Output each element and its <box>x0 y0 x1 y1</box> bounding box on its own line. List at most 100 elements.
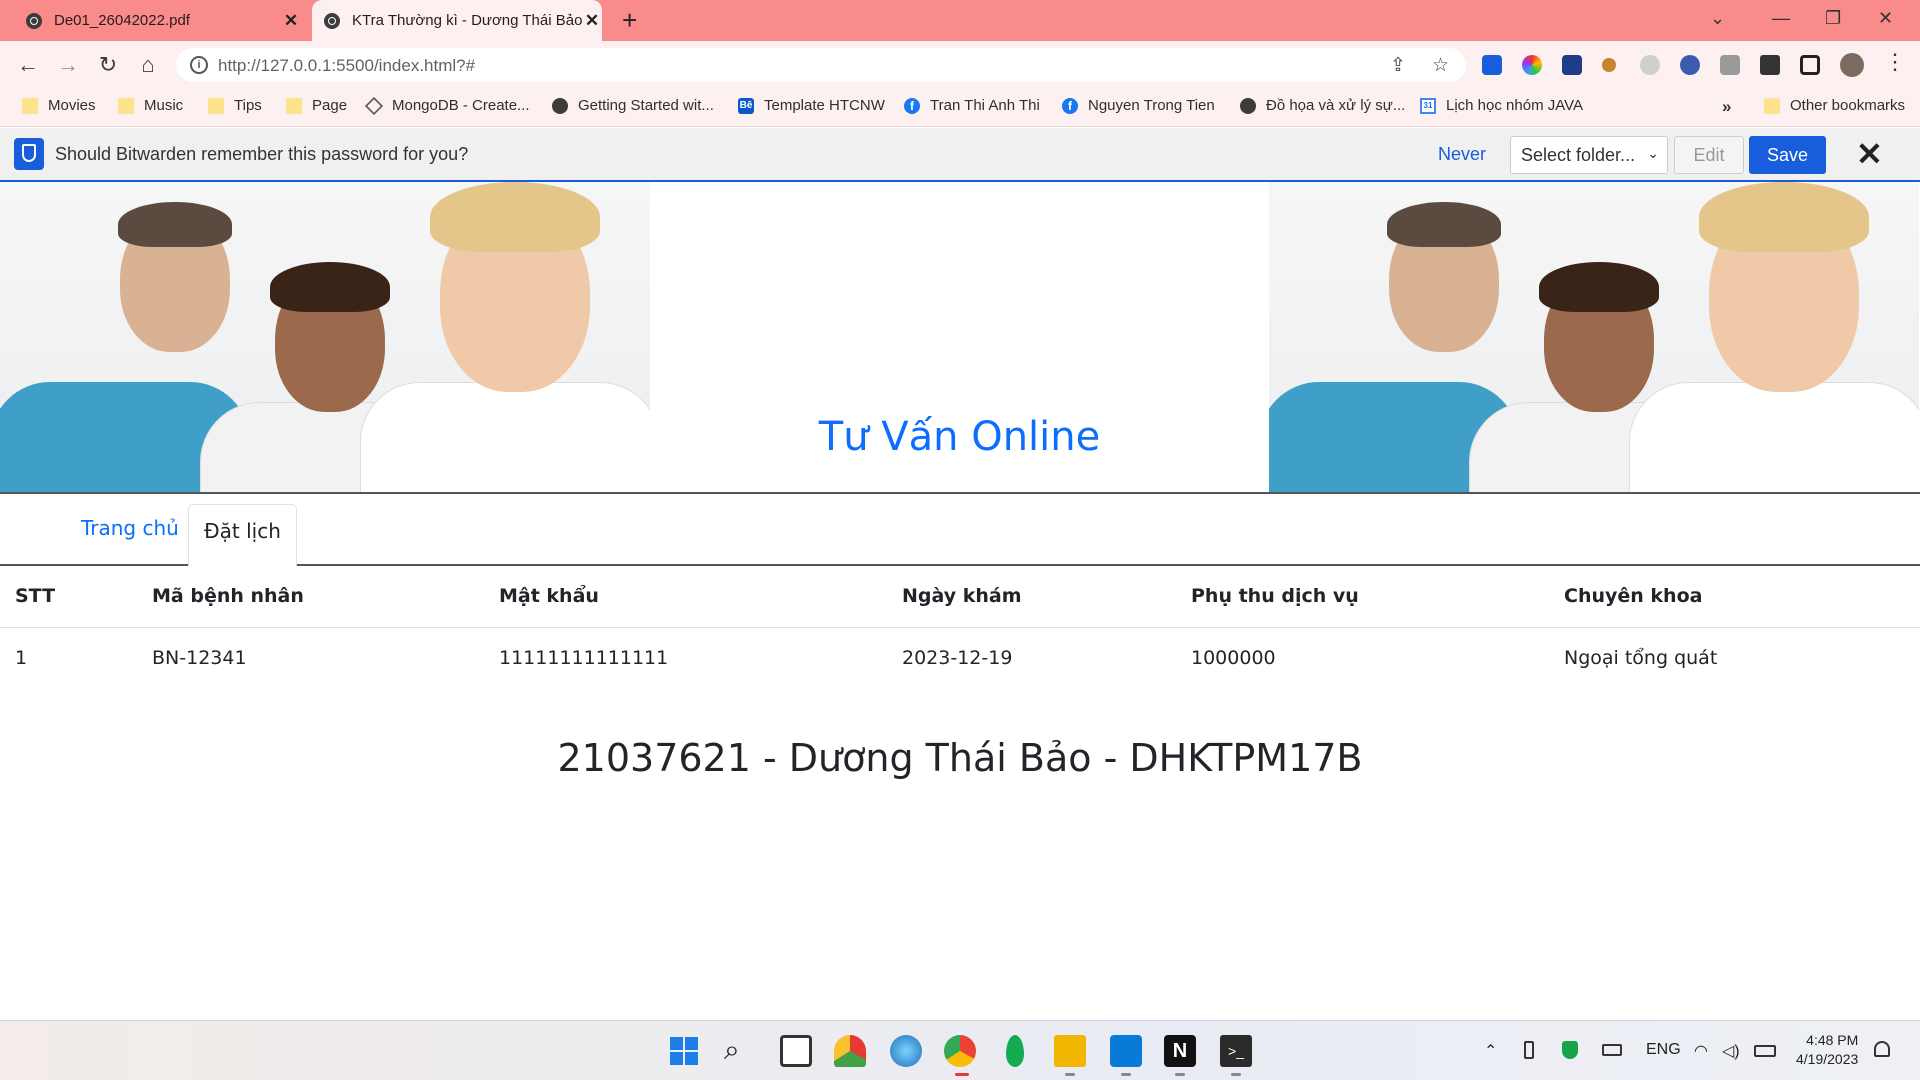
never-button[interactable]: Never <box>1438 144 1486 165</box>
table-cell: 1000000 <box>1191 647 1276 669</box>
terminal-icon[interactable]: >_ <box>1220 1035 1252 1067</box>
reload-button[interactable]: ↻ <box>94 51 122 79</box>
language-indicator[interactable]: ENG <box>1646 1041 1681 1059</box>
user-extension-icon[interactable] <box>1680 55 1700 75</box>
app-indicator <box>1231 1073 1241 1076</box>
home-button[interactable]: ⌂ <box>134 51 162 79</box>
folder-icon <box>1764 97 1780 114</box>
bookmarks-overflow-icon[interactable]: » <box>1722 97 1731 117</box>
bitwarden-notification-bar: Should Bitwarden remember this password … <box>0 128 1920 182</box>
bookmark-item[interactable]: Page <box>286 97 347 114</box>
site-info-icon[interactable]: i <box>190 56 208 74</box>
browser-tab-active[interactable]: KTra Thường kì - Dương Thái Bảo ✕ <box>312 0 602 41</box>
address-bar[interactable]: i http://127.0.0.1:5500/index.html?# ⇪ ☆ <box>176 48 1466 82</box>
active-app-indicator <box>955 1073 969 1076</box>
behance-icon: Bē <box>738 97 754 114</box>
minimize-button[interactable]: — <box>1772 8 1790 29</box>
bookmark-item[interactable]: Bē Template HTCNW <box>738 97 885 114</box>
table-cell: Ngoại tổng quát <box>1564 647 1718 669</box>
app-indicator <box>1175 1073 1185 1076</box>
folder-icon <box>22 97 38 114</box>
folder-icon <box>208 97 224 114</box>
tab-title: KTra Thường kì - Dương Thái Bảo <box>352 12 582 29</box>
bitwarden-message: Should Bitwarden remember this password … <box>55 144 469 164</box>
browser-toolbar: ← → ↻ ⌂ i http://127.0.0.1:5500/index.ht… <box>0 41 1920 89</box>
app-icon[interactable] <box>834 1035 866 1067</box>
bookmark-item[interactable]: f Tran Thi Anh Thi <box>904 97 1040 114</box>
bitwarden-extension-icon[interactable] <box>1482 55 1502 75</box>
close-icon[interactable]: ✕ <box>1856 136 1883 172</box>
wifi-icon[interactable]: ◠ <box>1694 1041 1708 1061</box>
chevron-down-icon: ⌄ <box>1647 145 1659 161</box>
bookmark-item[interactable]: f Nguyen Trong Tien <box>1062 97 1215 114</box>
window-close-button[interactable]: ✕ <box>1878 8 1893 29</box>
volume-icon[interactable]: ◁) <box>1722 1041 1740 1061</box>
edit-button[interactable]: Edit <box>1674 136 1744 174</box>
search-icon[interactable]: ⌕ <box>724 1035 756 1067</box>
bookmarks-bar: Movies Music Tips Page MongoDB - Create.… <box>0 89 1920 127</box>
bookmark-item[interactable]: Tips <box>208 97 262 114</box>
chrome-icon[interactable] <box>944 1035 976 1067</box>
tray-overflow-icon[interactable]: ⌃ <box>1484 1041 1497 1061</box>
bookmark-item[interactable]: Đồ họa và xử lý sự... <box>1240 97 1405 114</box>
page-title: Tư Vấn Online <box>818 414 1101 460</box>
file-explorer-icon[interactable] <box>1054 1035 1086 1067</box>
globe-icon <box>324 12 340 29</box>
globe-icon <box>1240 97 1256 114</box>
share-icon[interactable]: ⇪ <box>1390 54 1406 77</box>
battery-icon[interactable] <box>1754 1045 1776 1057</box>
color-picker-extension-icon[interactable] <box>1522 55 1542 75</box>
notion-icon[interactable]: N <box>1164 1035 1196 1067</box>
browser-menu-icon[interactable]: ⋮ <box>1884 49 1906 75</box>
app-indicator <box>1065 1073 1075 1076</box>
paint-app-icon[interactable] <box>890 1035 922 1067</box>
page-header: Tư Vấn Online <box>0 182 1920 494</box>
column-header: STT <box>15 585 56 607</box>
bookmark-item[interactable]: Movies <box>22 97 96 114</box>
table-cell: 11111111111111 <box>499 647 669 669</box>
start-menu-icon[interactable] <box>668 1035 700 1067</box>
tab-search-icon[interactable]: ⌄ <box>1710 8 1725 29</box>
security-shield-icon[interactable] <box>1562 1041 1578 1059</box>
vscode-icon[interactable] <box>1110 1035 1142 1067</box>
profile-avatar[interactable] <box>1840 53 1864 77</box>
jira-extension-icon[interactable] <box>1562 55 1582 75</box>
puzzle-extensions-icon[interactable] <box>1760 55 1780 75</box>
mongodb-compass-icon[interactable] <box>1006 1035 1024 1067</box>
folder-icon <box>286 97 302 114</box>
keyboard-icon[interactable] <box>1602 1044 1622 1056</box>
bookmark-item[interactable]: Music <box>118 97 183 114</box>
notification-bell-icon[interactable] <box>1874 1041 1890 1057</box>
nav-tab-booking[interactable]: Đặt lịch <box>188 504 297 566</box>
forward-button[interactable]: → <box>54 51 82 79</box>
folder-icon <box>118 97 134 114</box>
facebook-icon: f <box>904 97 920 114</box>
system-clock[interactable]: 4:48 PM 4/19/2023 <box>1796 1031 1858 1069</box>
tab-close-icon[interactable]: ✕ <box>582 11 602 31</box>
cookie-extension-icon[interactable] <box>1602 58 1616 72</box>
other-bookmarks[interactable]: Other bookmarks <box>1764 97 1905 114</box>
column-header: Phụ thu dịch vụ <box>1191 585 1359 607</box>
tab-close-icon[interactable]: ✕ <box>281 11 301 31</box>
patient-table: STT Mã bệnh nhân Mật khẩu Ngày khám Phụ … <box>0 566 1920 690</box>
usb-icon[interactable] <box>1524 1041 1534 1059</box>
side-panel-icon[interactable] <box>1800 55 1820 75</box>
nav-link-home[interactable]: Trang chủ <box>81 516 179 540</box>
save-button[interactable]: Save <box>1749 136 1826 174</box>
bookmark-star-icon[interactable]: ☆ <box>1432 54 1449 77</box>
bookmark-item[interactable]: Getting Started wit... <box>552 97 714 114</box>
bookmark-item[interactable]: MongoDB - Create... <box>364 96 530 115</box>
bookmark-item[interactable]: 31 Lịch học nhóm JAVA <box>1420 97 1583 114</box>
clock-time: 4:48 PM <box>1806 1032 1859 1048</box>
back-button[interactable]: ← <box>14 51 42 79</box>
folder-select[interactable]: Select folder... ⌄ <box>1510 136 1668 174</box>
new-tab-button[interactable]: + <box>622 6 637 34</box>
url-text[interactable]: http://127.0.0.1:5500/index.html?# <box>218 56 475 76</box>
windows-taskbar: ⌕ N >_ ⌃ ENG ◠ ◁) 4:48 PM 4/19/2023 <box>0 1020 1920 1080</box>
globe-icon <box>26 12 42 29</box>
compass-extension-icon[interactable] <box>1640 55 1660 75</box>
task-view-icon[interactable] <box>780 1035 812 1067</box>
restore-button[interactable]: ❐ <box>1825 8 1841 29</box>
browser-tab-pdf[interactable]: De01_26042022.pdf ✕ <box>26 0 301 41</box>
camera-extension-icon[interactable] <box>1720 55 1740 75</box>
